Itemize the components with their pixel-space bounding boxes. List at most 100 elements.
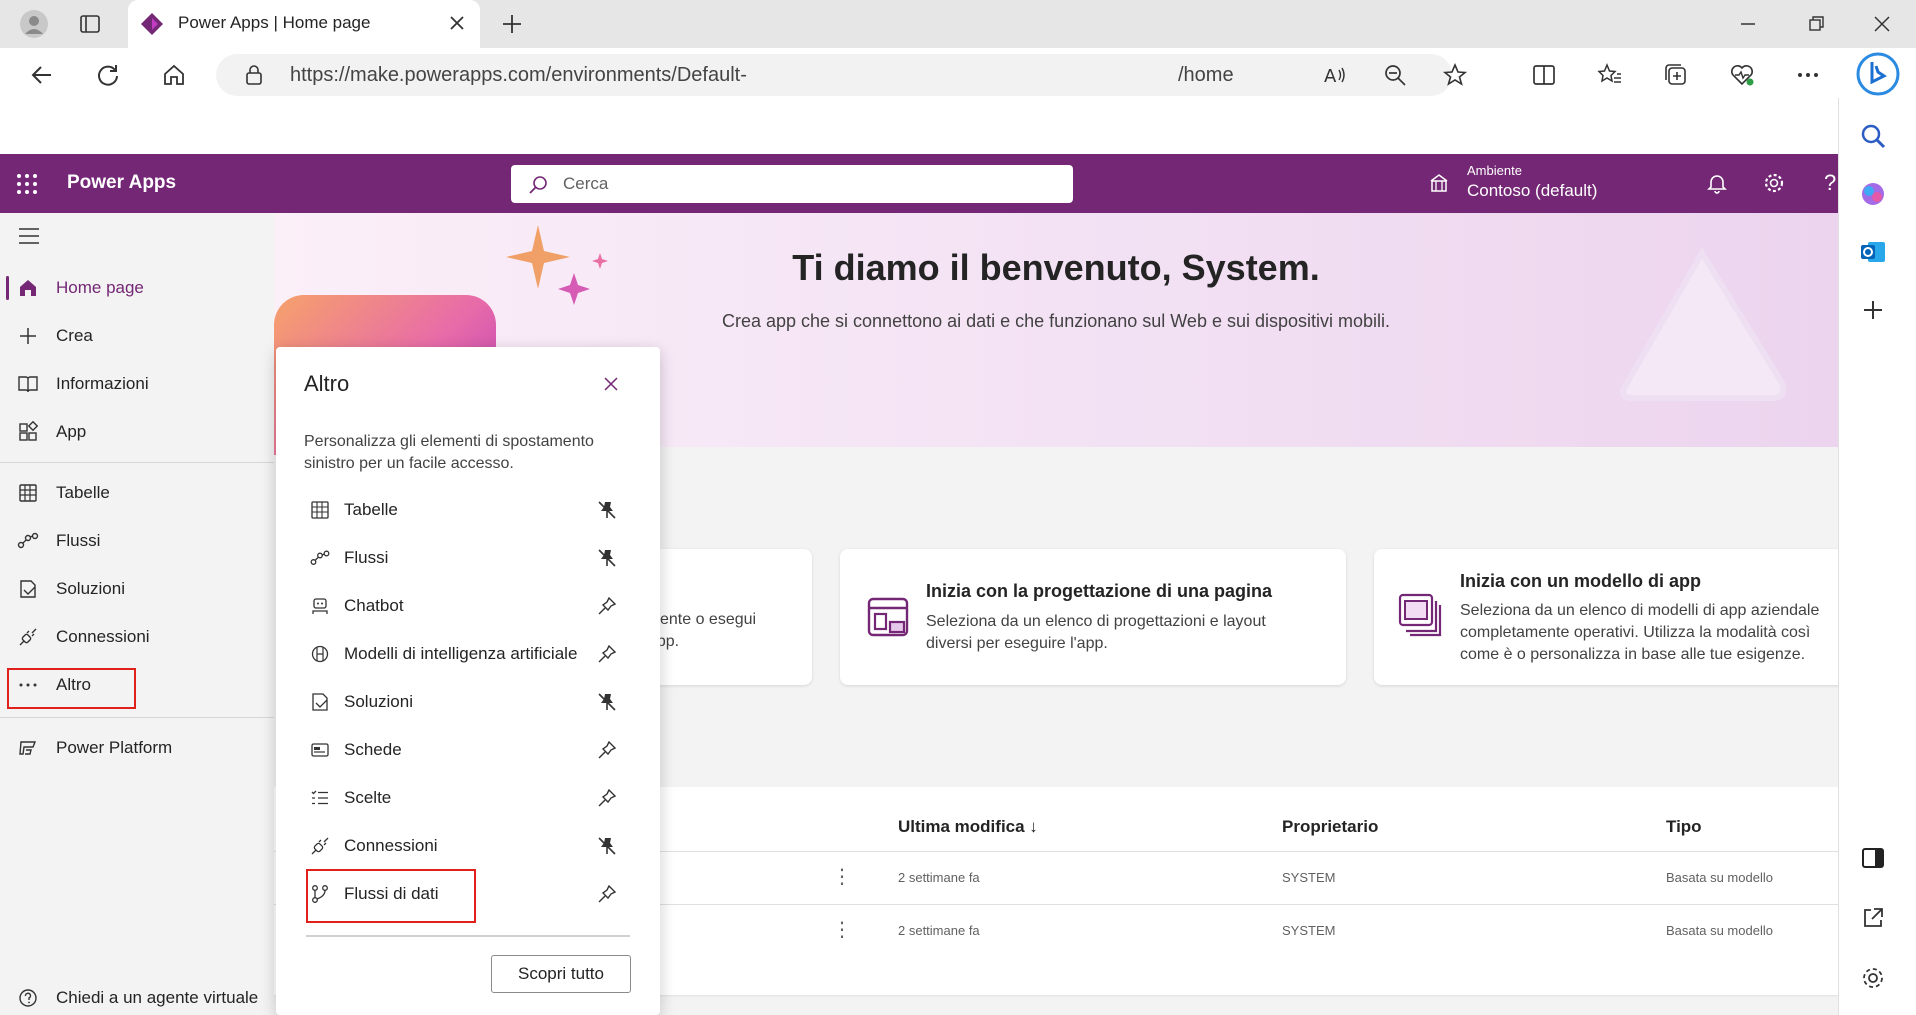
- ai-model-icon: [306, 644, 334, 664]
- profile-avatar-icon[interactable]: [12, 2, 56, 46]
- nav-item-apps[interactable]: App: [0, 410, 274, 454]
- row-owner: SYSTEM: [1282, 870, 1336, 885]
- help-icon[interactable]: ?: [1824, 170, 1836, 196]
- panel-item-dataflows[interactable]: Flussi di dati: [306, 874, 622, 914]
- panel-item-label: Modelli di intelligenza artificiale: [344, 644, 578, 663]
- row-more-actions-icon[interactable]: ⋮: [832, 864, 852, 889]
- tab-actions-icon[interactable]: [68, 2, 112, 46]
- search-input[interactable]: Cerca: [511, 165, 1073, 203]
- panel-item-solutions[interactable]: Soluzioni: [306, 682, 622, 722]
- left-navigation: Home page Crea Informazioni App Tabelle …: [0, 213, 274, 1015]
- panel-item-label: Chatbot: [344, 596, 404, 615]
- unpin-icon[interactable]: [592, 691, 622, 713]
- close-tab-icon[interactable]: [446, 12, 468, 34]
- nav-label-connections: Connessioni: [56, 627, 150, 646]
- discover-all-button[interactable]: Scopri tutto: [491, 955, 631, 993]
- minimize-window-icon[interactable]: [1726, 2, 1770, 46]
- panel-item-label: Soluzioni: [344, 692, 413, 711]
- nav-label-learn: Informazioni: [56, 374, 149, 393]
- read-aloud-icon[interactable]: A: [1322, 62, 1348, 88]
- environment-label: Ambiente: [1467, 163, 1522, 178]
- back-icon[interactable]: [20, 53, 64, 97]
- browser-essentials-icon[interactable]: [1720, 53, 1764, 97]
- nav-item-home[interactable]: Home page: [0, 266, 274, 310]
- address-bar[interactable]: https://make.powerapps.com/environments/…: [216, 54, 1468, 96]
- nav-item-more[interactable]: Altro: [0, 663, 274, 707]
- restore-window-icon[interactable]: [1794, 2, 1838, 46]
- new-tab-icon[interactable]: [490, 2, 534, 46]
- panel-item-choices[interactable]: Scelte: [306, 778, 622, 818]
- column-header-modified[interactable]: Ultima modifica ↓: [898, 817, 1038, 837]
- nav-item-learn[interactable]: Informazioni: [0, 362, 274, 406]
- panel-item-label: Flussi: [344, 548, 389, 567]
- card-title: Inizia con la progettazione di una pagin…: [926, 581, 1273, 601]
- unpin-icon[interactable]: [592, 499, 622, 521]
- nav-item-solutions[interactable]: Soluzioni: [0, 567, 274, 611]
- split-screen-icon[interactable]: [1522, 53, 1566, 97]
- row-more-actions-icon[interactable]: ⋮: [832, 917, 852, 942]
- row-modified: 2 settimane fa: [898, 923, 980, 938]
- browser-tab-active[interactable]: Power Apps | Home page: [128, 0, 480, 48]
- panel-item-tables[interactable]: Tabelle: [306, 490, 622, 530]
- table-icon: [306, 500, 334, 520]
- notifications-bell-icon[interactable]: [1706, 172, 1728, 194]
- open-external-icon[interactable]: [1859, 904, 1887, 932]
- sidebar-settings-icon[interactable]: [1859, 964, 1887, 992]
- plug-icon: [306, 836, 334, 856]
- refresh-icon[interactable]: [86, 53, 130, 97]
- bing-copilot-icon[interactable]: [1856, 52, 1900, 96]
- nav-item-tables[interactable]: Tabelle: [0, 471, 274, 515]
- nav-item-virtual-agent[interactable]: Chiedi a un agente virtuale: [0, 976, 274, 1015]
- pin-icon[interactable]: [592, 595, 622, 617]
- nav-label-tables: Tabelle: [56, 483, 110, 502]
- zoom-out-icon[interactable]: [1382, 62, 1408, 88]
- sidebar-add-icon[interactable]: [1859, 296, 1887, 324]
- solutions-icon: [0, 578, 56, 600]
- pin-icon[interactable]: [592, 739, 622, 761]
- start-card-app-template[interactable]: Inizia con un modello di app Seleziona d…: [1374, 549, 1838, 685]
- browser-tab-bar: Power Apps | Home page: [0, 0, 1916, 48]
- lock-icon[interactable]: [244, 64, 264, 86]
- app-launcher-icon[interactable]: [16, 173, 38, 195]
- favorites-icon[interactable]: [1588, 53, 1632, 97]
- nav-label-create: Crea: [56, 326, 93, 345]
- url-prefix: https://make.powerapps.com/environments/…: [290, 64, 747, 86]
- nav-item-create[interactable]: Crea: [0, 314, 274, 358]
- settings-more-icon[interactable]: [1786, 53, 1830, 97]
- help-circle-icon: [0, 987, 56, 1009]
- start-card-page-design[interactable]: Inizia con la progettazione di una pagin…: [840, 549, 1346, 685]
- panel-item-connections[interactable]: Connessioni: [306, 826, 622, 866]
- panel-title: Altro: [304, 371, 350, 396]
- column-header-owner[interactable]: Proprietario: [1282, 817, 1378, 837]
- pin-icon[interactable]: [592, 883, 622, 905]
- environment-picker[interactable]: Contoso (default): [1467, 181, 1597, 201]
- nav-item-flows[interactable]: Flussi: [0, 519, 274, 563]
- close-window-icon[interactable]: [1860, 2, 1904, 46]
- settings-gear-icon[interactable]: [1763, 172, 1785, 194]
- unpin-icon[interactable]: [592, 835, 622, 857]
- column-header-type[interactable]: Tipo: [1666, 817, 1702, 837]
- sidebar-copilot-icon[interactable]: [1859, 180, 1887, 208]
- panel-item-ai-models[interactable]: Modelli di intelligenza artificiale: [306, 634, 622, 674]
- panel-item-label: Tabelle: [344, 500, 398, 519]
- favorite-star-icon[interactable]: [1442, 62, 1468, 88]
- app-name[interactable]: Power Apps: [67, 172, 176, 194]
- hamburger-menu-icon[interactable]: [18, 226, 40, 246]
- pin-icon[interactable]: [592, 787, 622, 809]
- sidebar-search-icon[interactable]: [1859, 122, 1887, 150]
- panel-item-flows[interactable]: Flussi: [306, 538, 622, 578]
- panel-item-cards[interactable]: Schede: [306, 730, 622, 770]
- unpin-icon[interactable]: [592, 547, 622, 569]
- close-panel-icon[interactable]: [600, 373, 622, 395]
- home-browser-icon[interactable]: [152, 53, 196, 97]
- nav-item-connections[interactable]: Connessioni: [0, 615, 274, 659]
- pin-icon[interactable]: [592, 643, 622, 665]
- sidebar-toggle-icon[interactable]: [1859, 844, 1887, 872]
- panel-item-chatbot[interactable]: Chatbot: [306, 586, 622, 626]
- sidebar-outlook-icon[interactable]: [1859, 238, 1887, 266]
- browser-address-row: https://make.powerapps.com/environments/…: [0, 48, 1916, 154]
- nav-item-power-platform[interactable]: Power Platform: [0, 726, 274, 770]
- collections-icon[interactable]: [1654, 53, 1698, 97]
- row-type: Basata su modello: [1666, 870, 1773, 885]
- active-indicator: [6, 276, 9, 300]
